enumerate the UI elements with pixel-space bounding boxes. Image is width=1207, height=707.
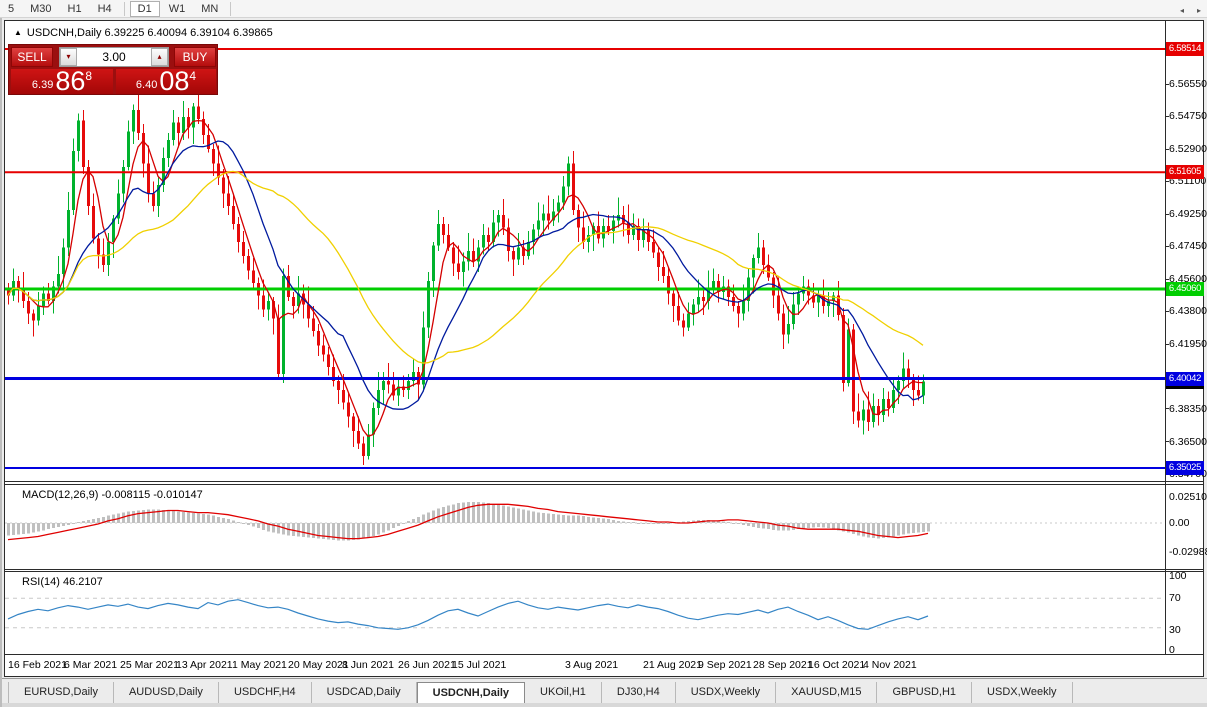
- toolbar-timeframe-5[interactable]: 5: [1, 2, 21, 16]
- date-tick-label: 9 Sep 2021: [698, 659, 752, 671]
- tab-usdchf-h4[interactable]: USDCHF,H4: [219, 682, 312, 703]
- price-tick-label: 6.43800: [1169, 305, 1207, 317]
- chart-title: ▲ USDCNH,Daily 6.39225 6.40094 6.39104 6.…: [14, 27, 273, 39]
- rsi-indicator-label: RSI(14) 46.2107: [22, 576, 103, 588]
- status-strip: [0, 703, 1207, 707]
- volume-control: ▾ 3.00 ▴: [59, 47, 169, 67]
- toolbar-timeframe-mn[interactable]: MN: [194, 2, 225, 16]
- volume-decrease-button[interactable]: ▾: [60, 48, 77, 66]
- chart-ohlc-values: 6.39225 6.40094 6.39104 6.39865: [105, 27, 273, 39]
- sell-price-display[interactable]: 6.39 86 8: [11, 69, 113, 94]
- macd-indicator-label: MACD(12,26,9) -0.008115 -0.010147: [22, 489, 203, 501]
- tab-dj30-h4[interactable]: DJ30,H4: [602, 682, 676, 703]
- level-price-label: 6.51605: [1166, 165, 1204, 179]
- tab-usdx-weekly[interactable]: USDX,Weekly: [972, 682, 1072, 703]
- level-price-label: 6.58514: [1166, 42, 1204, 56]
- price-tick-label: 6.49250: [1169, 208, 1207, 220]
- rsi-axis-label: 70: [1169, 592, 1181, 604]
- toolbar-timeframe-m30[interactable]: M30: [23, 2, 58, 16]
- date-tick-label: 8 Jun 2021: [342, 659, 394, 671]
- date-tick-label: 4 Nov 2021: [863, 659, 917, 671]
- tab-usdcnh-daily[interactable]: USDCNH,Daily: [417, 682, 525, 703]
- tab-xauusd-m15[interactable]: XAUUSD,M15: [776, 682, 877, 703]
- chart-symbol-period: USDCNH,Daily: [27, 27, 102, 39]
- price-tick-label: 6.38350: [1169, 403, 1207, 415]
- date-tick-label: 26 Jun 2021: [398, 659, 456, 671]
- tab-eurusd-daily[interactable]: EURUSD,Daily: [8, 682, 114, 703]
- date-tick-label: 3 Aug 2021: [565, 659, 618, 671]
- date-tick-label: 15 Jul 2021: [452, 659, 506, 671]
- rsi-panel[interactable]: [5, 572, 1165, 654]
- level-price-label: 6.35025: [1166, 461, 1204, 475]
- date-tick-label: 1 May 2021: [232, 659, 287, 671]
- date-tick-label: 16 Oct 2021: [808, 659, 865, 671]
- macd-axis-label: -0.02988: [1169, 546, 1207, 558]
- rsi-axis-label: 100: [1169, 570, 1187, 582]
- sell-price-main: 86: [55, 69, 85, 93]
- rsi-axis-label: 30: [1169, 624, 1181, 636]
- price-tick-label: 6.47450: [1169, 240, 1207, 252]
- rsi-svg: [5, 572, 1165, 654]
- date-tick-label: 28 Sep 2021: [753, 659, 813, 671]
- date-tick-label: 13 Apr 2021: [176, 659, 233, 671]
- buy-price-pip: 4: [189, 69, 196, 83]
- date-tick-label: 6 Mar 2021: [64, 659, 117, 671]
- sell-price-prefix: 6.39: [32, 79, 53, 91]
- macd-axis-label: 0.025108: [1169, 491, 1207, 503]
- date-tick-label: 20 May 2021: [288, 659, 349, 671]
- tab-usdcad-daily[interactable]: USDCAD,Daily: [312, 682, 417, 703]
- tab-usdx-weekly[interactable]: USDX,Weekly: [676, 682, 776, 703]
- date-tick-label: 16 Feb 2021: [8, 659, 67, 671]
- collapse-triangle-icon[interactable]: ▲: [14, 28, 22, 37]
- buy-button[interactable]: BUY: [174, 47, 216, 67]
- toolbar-timeframe-d1[interactable]: D1: [130, 1, 160, 17]
- buy-price-display[interactable]: 6.40 08 4: [116, 69, 216, 94]
- toolbar-timeframe-w1[interactable]: W1: [162, 2, 193, 16]
- macd-axis-label: 0.00: [1169, 517, 1189, 529]
- price-tick-label: 6.36500: [1169, 436, 1207, 448]
- price-tick-label: 6.52900: [1169, 143, 1207, 155]
- buy-price-main: 08: [159, 69, 189, 93]
- terminal-window: 5M30H1H4 D1W1MN 16 Feb 20216 Mar 202125 M…: [0, 0, 1207, 707]
- price-tick-label: 6.41950: [1169, 338, 1207, 350]
- tab-audusd-daily[interactable]: AUDUSD,Daily: [114, 682, 219, 703]
- price-tick-label: 6.56550: [1169, 78, 1207, 90]
- toolbar-timeframe-h4[interactable]: H4: [91, 2, 119, 16]
- toolbar-separator: [124, 2, 125, 16]
- one-click-trading-widget: SELL ▾ 3.00 ▴ BUY 6.39 86 8 6.40 08 4: [8, 44, 218, 95]
- date-tick-label: 21 Aug 2021: [643, 659, 702, 671]
- chart-tab-bar: EURUSD,DailyAUDUSD,DailyUSDCHF,H4USDCAD,…: [0, 681, 1207, 703]
- sell-price-pip: 8: [85, 69, 92, 83]
- window-edge: [0, 18, 2, 707]
- level-price-label: 6.40042: [1166, 372, 1204, 386]
- timeframe-toolbar: 5M30H1H4 D1W1MN: [0, 0, 1207, 18]
- buy-price-prefix: 6.40: [136, 79, 157, 91]
- sell-button[interactable]: SELL: [11, 47, 53, 67]
- volume-increase-button[interactable]: ▴: [151, 48, 168, 66]
- tab-scroll-right-icon[interactable]: ▸: [1197, 6, 1201, 15]
- level-price-label: 6.45060: [1166, 282, 1204, 296]
- tab-ukoil-h1[interactable]: UKOil,H1: [525, 682, 602, 703]
- price-tick-label: 6.54750: [1169, 110, 1207, 122]
- toolbar-separator: [230, 2, 231, 16]
- tab-scroll-left-icon[interactable]: ◂: [1180, 6, 1184, 15]
- toolbar-timeframe-h1[interactable]: H1: [61, 2, 89, 16]
- volume-input[interactable]: 3.00: [77, 48, 151, 66]
- date-tick-label: 25 Mar 2021: [120, 659, 179, 671]
- rsi-axis-label: 0: [1169, 644, 1175, 656]
- date-axis[interactable]: 16 Feb 20216 Mar 202125 Mar 202113 Apr 2…: [5, 655, 1203, 676]
- tab-gbpusd-h1[interactable]: GBPUSD,H1: [877, 682, 972, 703]
